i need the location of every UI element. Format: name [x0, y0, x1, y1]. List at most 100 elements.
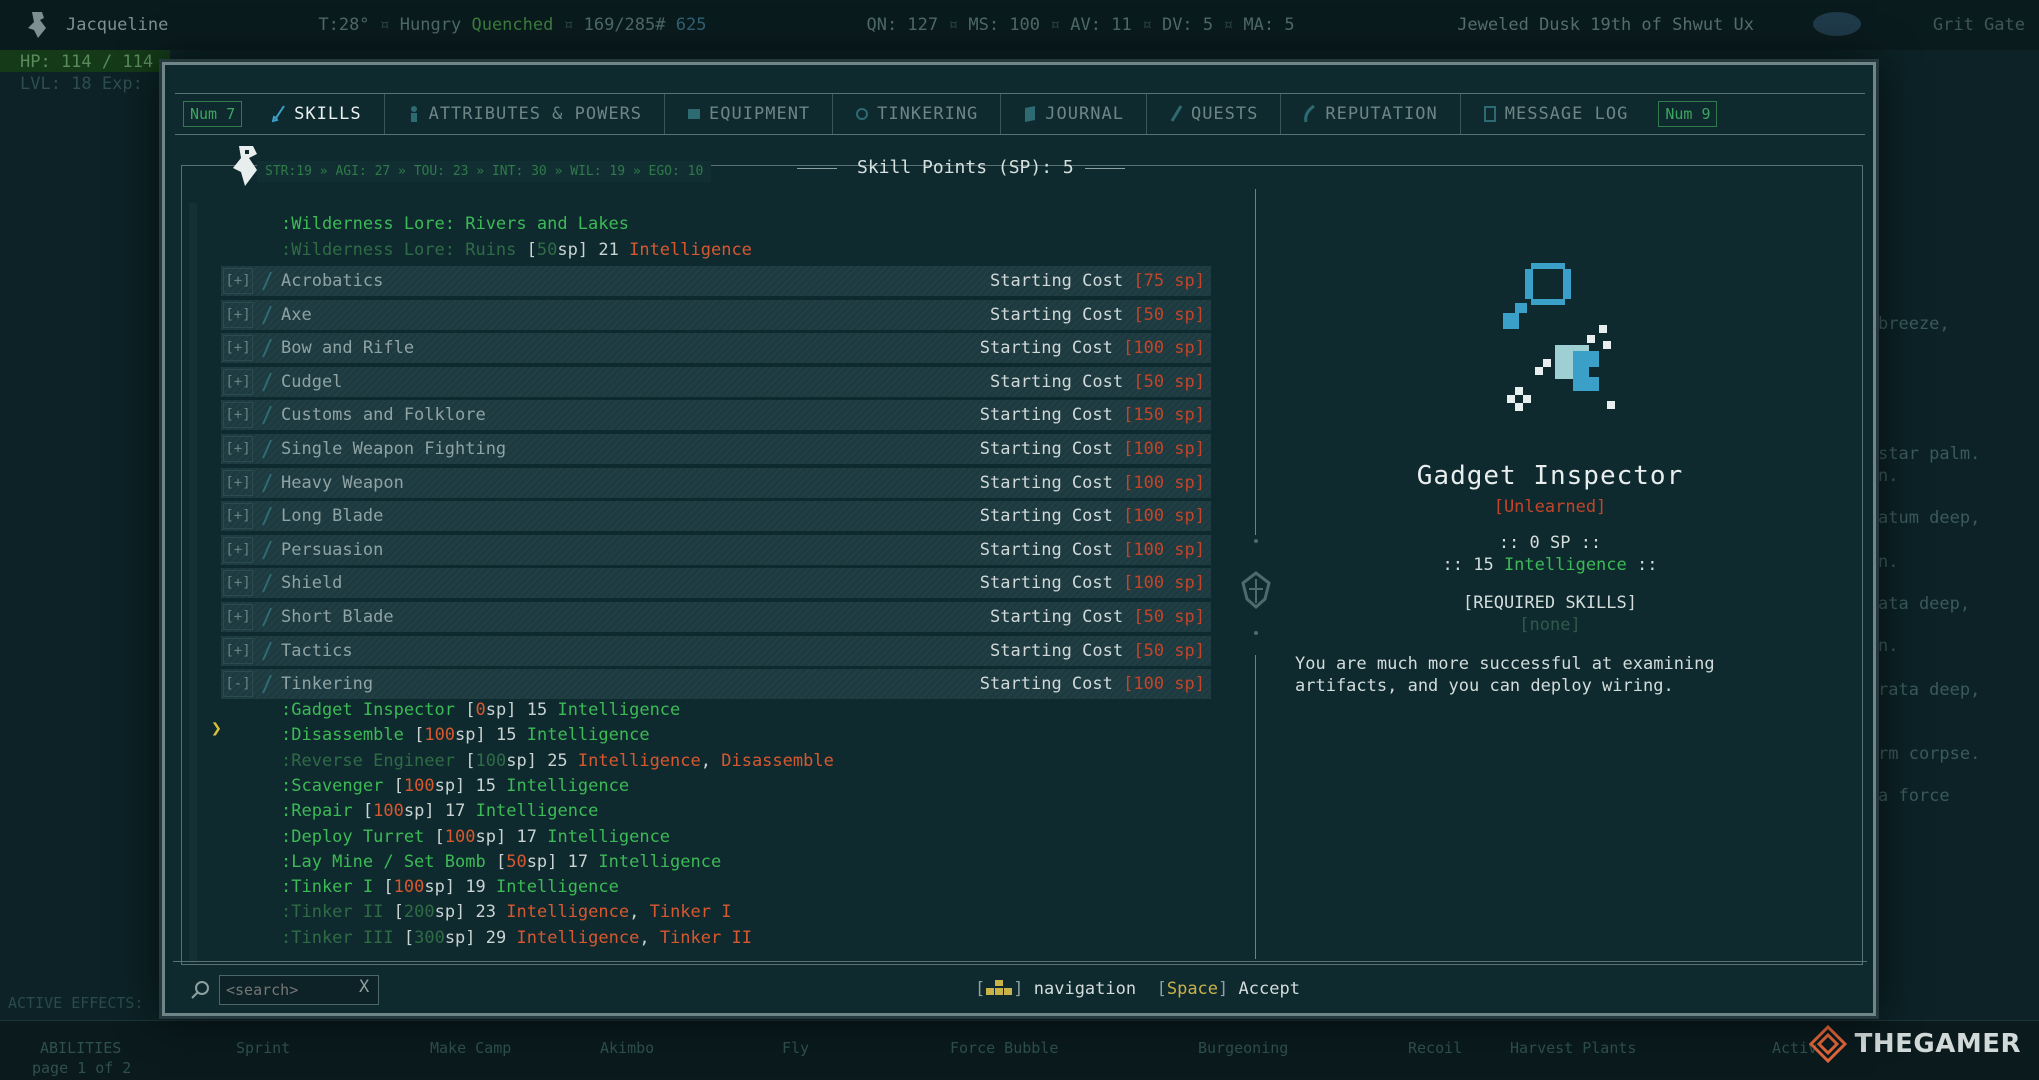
figure-icon [410, 106, 417, 122]
watermark-text: THEGAMER [1854, 1029, 2021, 1059]
skill-row[interactable]: [+] Single Weapon Fighting Starting Cost [… [221, 434, 1211, 464]
tab-journal[interactable]: JOURNAL [1001, 94, 1147, 134]
skill-row[interactable]: [+] Shield Starting Cost [100 sp] [221, 568, 1211, 599]
skill-icon [262, 372, 272, 392]
expand-toggle[interactable]: [+] [223, 368, 253, 395]
tab-label: SKILLS [294, 104, 362, 124]
tab-label: QUESTS [1190, 104, 1259, 124]
abilities-label: ABILITIES [40, 1039, 122, 1057]
ability-burgeoning[interactable]: Burgeoning [1198, 1039, 1288, 1057]
tab-label: ATTRIBUTES & POWERS [428, 104, 643, 124]
accept-label: Accept [1238, 979, 1300, 999]
character-sheet-dialog: Num 7 SKILLS ATTRIBUTES & POWERS EQUIPME… [162, 62, 1876, 1016]
skill-row[interactable]: [+] Long Blade Starting Cost [100 sp] [221, 501, 1211, 532]
skill-icon [262, 641, 272, 661]
detail-description: You are much more successful at examinin… [1295, 654, 1715, 696]
tab-tinkering[interactable]: TINKERING [833, 94, 1002, 134]
subskill-wilderness-rivers[interactable]: :Wilderness Lore: Rivers and Lakes [281, 214, 629, 234]
active-effects-label: ACTIVE EFFECTS: [8, 994, 144, 1012]
tab-equipment[interactable]: EQUIPMENT [665, 94, 834, 134]
skill-icon [262, 338, 272, 358]
move-speed: MS: 100 [968, 15, 1041, 35]
tinkering-subskill[interactable]: :Repair [100sp] 17 Intelligence [281, 801, 598, 821]
feather-icon [1304, 105, 1316, 123]
skill-cost: Starting Cost [100 sp] [979, 472, 1205, 493]
level-readout: LVL: 18 Exp: [20, 74, 143, 94]
book-icon [1025, 106, 1036, 122]
skill-row[interactable]: [+] Tactics Starting Cost [50 sp] [221, 635, 1211, 666]
skill-name: Heavy Weapon [281, 472, 404, 493]
ability-force-bubble[interactable]: Force Bubble [950, 1039, 1058, 1057]
search-clear-button[interactable]: X [359, 977, 369, 997]
list-scrollbar[interactable] [189, 203, 197, 963]
search-input[interactable] [219, 975, 379, 1005]
tinkering-subskill[interactable]: :Tinker I [100sp] 19 Intelligence [281, 877, 619, 897]
skill-name: Tinkering [281, 674, 374, 695]
skill-name: Customs and Folklore [281, 405, 486, 426]
divider-emblem-icon [1241, 539, 1271, 635]
tab-message-log[interactable]: MESSAGE LOG [1461, 94, 1651, 134]
tab-skills[interactable]: SKILLS [250, 94, 385, 134]
expand-toggle[interactable]: [+] [223, 503, 253, 530]
skill-cost: Starting Cost [100 sp] [979, 573, 1205, 594]
tab-reputation[interactable]: REPUTATION [1281, 94, 1461, 134]
skill-row[interactable]: [+] Axe Starting Cost [50 sp] [221, 299, 1211, 330]
skill-row[interactable]: [+] Acrobatics Starting Cost [75 sp] [221, 266, 1211, 296]
tab-quests[interactable]: QUESTS [1147, 94, 1282, 134]
skill-row[interactable]: [-] Tinkering Starting Cost [100 sp] [221, 669, 1211, 700]
ability-harvest-plants[interactable]: Harvest Plants [1510, 1039, 1636, 1057]
skill-row[interactable]: [+] Persuasion Starting Cost [100 sp] [221, 534, 1211, 565]
tinkering-subskill[interactable]: :Gadget Inspector [0sp] 15 Intelligence [281, 700, 680, 720]
expand-toggle[interactable]: [+] [223, 570, 253, 597]
expand-toggle[interactable]: [+] [223, 301, 253, 328]
skill-icon [262, 405, 272, 425]
expand-toggle[interactable]: [+] [223, 436, 253, 462]
temperature: T:28° [318, 15, 370, 35]
skill-cost: Starting Cost [100 sp] [979, 338, 1205, 359]
detail-title: Gadget Inspector [1416, 461, 1684, 491]
expand-toggle[interactable]: [+] [223, 604, 253, 630]
message-log-line: ata deep, [1878, 594, 1971, 614]
skill-name: Shield [281, 573, 343, 594]
required-skills-label: [REQUIRED SKILLS] [1463, 593, 1637, 613]
tinkering-subskill[interactable]: :Reverse Engineer [100sp] 25 Intelligenc… [281, 751, 834, 771]
skill-row[interactable]: [+] Customs and Folklore Starting Cost [15… [221, 400, 1211, 431]
next-tab-hotkey[interactable]: Num 9 [1658, 101, 1718, 127]
message-log-line: a force [1878, 786, 1950, 806]
skill-row[interactable]: [+] Bow and Rifle Starting Cost [100 sp] [221, 333, 1211, 364]
prev-tab-hotkey[interactable]: Num 7 [183, 101, 243, 127]
gadget-inspector-art-icon [1503, 263, 1615, 411]
expand-toggle[interactable]: [+] [223, 335, 253, 362]
expand-toggle[interactable]: [+] [223, 469, 253, 496]
expand-toggle[interactable]: [+] [223, 402, 253, 429]
tab-attributes-powers[interactable]: ATTRIBUTES & POWERS [385, 94, 666, 134]
skill-row[interactable]: [+] Cudgel Starting Cost [50 sp] [221, 366, 1211, 397]
skill-cost: Starting Cost [100 sp] [979, 539, 1205, 560]
tinkering-subskill[interactable]: :Tinker III [300sp] 29 Intelligence, Tin… [281, 928, 752, 948]
skill-cost: Starting Cost [50 sp] [990, 304, 1205, 325]
accept-key[interactable]: Space [1167, 979, 1218, 999]
skill-icon [262, 540, 272, 560]
expand-toggle[interactable]: [+] [223, 268, 253, 294]
ability-akimbo[interactable]: Akimbo [600, 1039, 654, 1057]
skill-cost: Starting Cost [75 sp] [990, 271, 1205, 291]
subskill-wilderness-ruins[interactable]: :Wilderness Lore: Ruins [50sp] 21 Intell… [281, 240, 752, 260]
tinkering-subskill[interactable]: :Disassemble [100sp] 15 Intelligence [281, 725, 650, 745]
skill-row[interactable]: [+] Heavy Weapon Starting Cost [100 sp] [221, 467, 1211, 498]
tinkering-subskill[interactable]: :Lay Mine / Set Bomb [50sp] 17 Intellige… [281, 852, 721, 872]
expand-toggle[interactable]: [-] [223, 671, 253, 698]
tinkering-subskill[interactable]: :Tinker II [200sp] 23 Intelligence, Tink… [281, 902, 731, 922]
expand-toggle[interactable]: [+] [223, 536, 253, 563]
message-log-line: n. [1878, 552, 1899, 572]
skill-icon [262, 271, 272, 291]
skill-row[interactable]: [+] Short Blade Starting Cost [50 sp] [221, 602, 1211, 632]
ability-recoil[interactable]: Recoil [1408, 1039, 1462, 1057]
ability-fly[interactable]: Fly [782, 1039, 809, 1057]
required-skills-value: [none] [1519, 615, 1581, 635]
ability-bar: ABILITIES page 1 of 2 Sprint Make Camp A… [0, 1020, 2039, 1080]
ability-sprint[interactable]: Sprint [236, 1039, 290, 1057]
tinkering-subskill[interactable]: :Scavenger [100sp] 15 Intelligence [281, 776, 629, 796]
ability-make-camp[interactable]: Make Camp [430, 1039, 511, 1057]
expand-toggle[interactable]: [+] [223, 637, 253, 664]
tinkering-subskill[interactable]: :Deploy Turret [100sp] 17 Intelligence [281, 827, 670, 847]
